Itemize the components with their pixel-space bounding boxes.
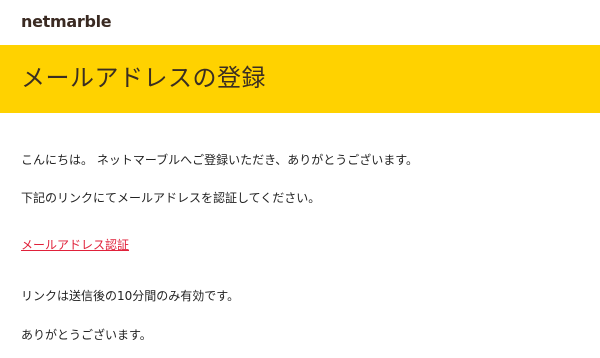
email-header: netmarble	[0, 0, 600, 45]
netmarble-logo: netmarble	[21, 12, 112, 31]
expiry-note: リンクは送信後の10分間のみ有効です。	[21, 289, 240, 303]
greeting-text: こんにちは。 ネットマーブルへご登録いただき、ありがとうございます。	[21, 153, 419, 167]
email-page: netmarble メールアドレスの登録 こんにちは。 ネットマーブルへご登録い…	[0, 0, 600, 358]
instruction-text: 下記のリンクにてメールアドレスを認証してください。	[21, 191, 321, 205]
title-banner: メールアドレスの登録	[0, 45, 600, 113]
thanks-text: ありがとうございます。	[21, 328, 152, 342]
page-title: メールアドレスの登録	[21, 64, 266, 92]
verify-email-link[interactable]: メールアドレス認証	[21, 237, 129, 253]
